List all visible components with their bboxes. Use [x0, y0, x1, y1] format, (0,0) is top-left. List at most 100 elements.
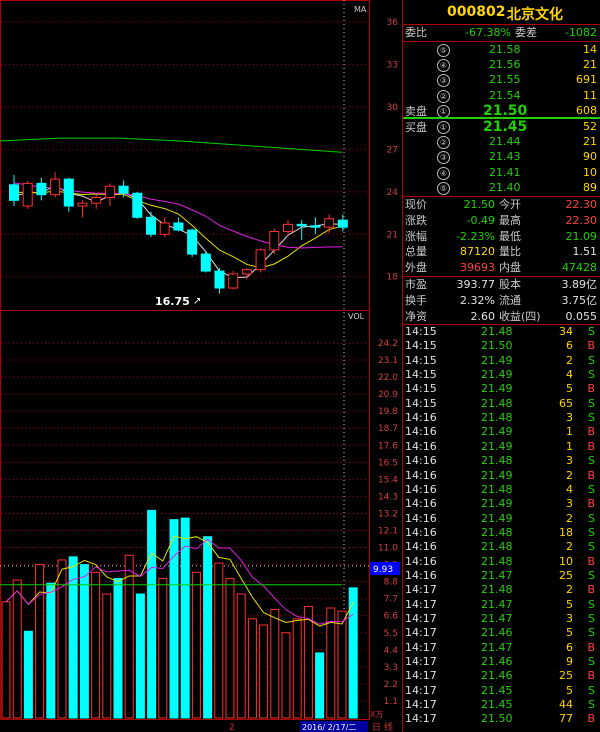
tick-volume: 25: [559, 568, 573, 582]
tick-row: 14:17 21.48 2 B: [403, 583, 600, 597]
tick-price: 21.49: [481, 497, 513, 511]
sell-level-2[interactable]: ② 21.54 11: [403, 88, 600, 104]
sell-level-4[interactable]: ④ 21.56 21: [403, 57, 600, 73]
volume-bar: [236, 593, 246, 719]
sell-level-3[interactable]: ③ 21.55 691: [403, 72, 600, 88]
tick-price: 21.48: [481, 396, 513, 410]
webi-value: -67.38%: [465, 26, 511, 39]
tick-time: 14:16: [405, 425, 437, 439]
tick-side: B: [587, 554, 595, 568]
tick-side: S: [588, 612, 595, 625]
tick-side: S: [588, 511, 595, 525]
tick-volume: 65: [559, 396, 573, 410]
stat-value: 21.09: [565, 229, 598, 243]
price-tick-label: 27: [387, 145, 398, 155]
candle-body: [241, 269, 252, 275]
tick-side: B: [587, 468, 595, 482]
candle-body: [22, 182, 33, 207]
volume-bar: [315, 652, 325, 719]
price-tick-label: 24: [387, 188, 399, 198]
tick-volume: 9: [566, 655, 573, 669]
buy-level-4[interactable]: ④ 21.41 10: [403, 165, 600, 181]
tick-price: 21.50: [481, 712, 513, 726]
tick-volume: 4: [566, 368, 573, 382]
ma-label: MA: [354, 5, 367, 14]
stock-name: 北京文化: [507, 7, 563, 23]
candle-body: [77, 202, 88, 207]
tick-price: 21.48: [481, 482, 513, 496]
tick-volume: 6: [566, 339, 573, 353]
tick-volume: 5: [566, 626, 573, 640]
stat-label: 外盘: [405, 261, 427, 275]
tick-side: S: [588, 568, 595, 582]
moving-average-lines: [0, 137, 343, 279]
tick-volume: 3: [566, 411, 573, 425]
stat-row: 涨幅 -2.23% 最低 21.09: [403, 229, 600, 245]
line-button[interactable]: 线: [384, 721, 393, 732]
tick-side: S: [588, 454, 595, 468]
candle-body: [296, 223, 307, 227]
tick-time: 14:16: [405, 511, 437, 525]
buy-level-5[interactable]: ⑤ 21.40 89: [403, 180, 600, 196]
volume-tick-label: 7.7: [384, 595, 398, 605]
tick-volume: 3: [566, 454, 573, 468]
volume-bar: [259, 624, 269, 719]
tick-row: 14:15 21.50 6 B: [403, 339, 600, 353]
stat-value: 47428: [562, 261, 597, 275]
stat-value: -0.49: [466, 213, 495, 227]
volume-tick-label: 11.0: [378, 544, 398, 554]
price-tick-label: 30: [387, 103, 399, 113]
tick-side: S: [588, 368, 595, 382]
stat-value: 2.60: [470, 309, 496, 323]
tick-time: 14:16: [405, 468, 437, 482]
tick-time: 14:17: [405, 640, 437, 654]
sell-level-5[interactable]: ⑤ 21.58 14: [403, 42, 600, 58]
tick-time: 14:17: [405, 669, 437, 683]
price-tick-label: 33: [387, 61, 398, 71]
tick-row: 14:17 21.46 9 S: [403, 655, 600, 669]
tick-volume: 2: [566, 353, 573, 367]
tick-side: B: [587, 669, 595, 683]
buy-price: 21.41: [489, 165, 521, 179]
volume-bar: [203, 536, 213, 719]
tick-side: B: [587, 583, 595, 597]
sell-volume: 21: [583, 58, 597, 72]
stat-label: 股本: [499, 278, 521, 291]
tick-price: 21.46: [481, 669, 513, 683]
tick-side: B: [587, 439, 595, 453]
day-button[interactable]: 日: [372, 722, 381, 732]
tick-row: 14:16 21.49 2 S: [403, 512, 600, 526]
tick-side: S: [588, 626, 595, 640]
level-badge: ④: [437, 166, 450, 180]
tick-time: 14:16: [405, 454, 437, 468]
candle-body: [324, 218, 335, 228]
candle-body: [91, 197, 102, 204]
volume-tick-label: 22.0: [378, 373, 398, 383]
volume-bar: [113, 578, 123, 719]
buy-level-1[interactable]: ① 21.45 52: [403, 119, 600, 135]
volume-bar: [23, 630, 33, 719]
buy-level-3[interactable]: ③ 21.43 90: [403, 149, 600, 165]
level-badge: ⑤: [437, 181, 450, 195]
fundamental-row: 换手 2.32% 流通 3.75亿: [403, 293, 600, 309]
sell-volume: 11: [583, 88, 597, 102]
level-badge: ⑤: [437, 44, 450, 57]
stat-label: 换手: [405, 293, 427, 307]
tick-row: 14:17 21.50 77 B: [403, 712, 600, 726]
candle-body: [173, 222, 184, 231]
tick-side: B: [587, 712, 595, 726]
stock-chart[interactable]: 36 33 30 27 24 21 18 24.2 23.1 22.0 20.9 19.8 18.7 1…: [0, 0, 402, 732]
tick-time: 14:15: [405, 353, 437, 367]
tick-row: 14:15 21.48 65 S: [403, 397, 600, 411]
tick-volume: 2: [566, 583, 573, 597]
buy-level-2[interactable]: ② 21.44 21: [403, 134, 600, 150]
sell-price: 21.54: [489, 88, 521, 102]
stat-row: 现价 21.50 今开 22.30: [403, 197, 600, 213]
volume-tick-label: 12.1: [378, 527, 398, 537]
sell-price: 21.55: [489, 73, 521, 87]
buy-price: 21.40: [489, 180, 521, 194]
tick-time: 14:16: [405, 411, 437, 425]
tick-row: 14:16 21.49 1 B: [403, 425, 600, 439]
volume-bar: [35, 564, 45, 719]
tick-price: 21.49: [481, 353, 513, 367]
